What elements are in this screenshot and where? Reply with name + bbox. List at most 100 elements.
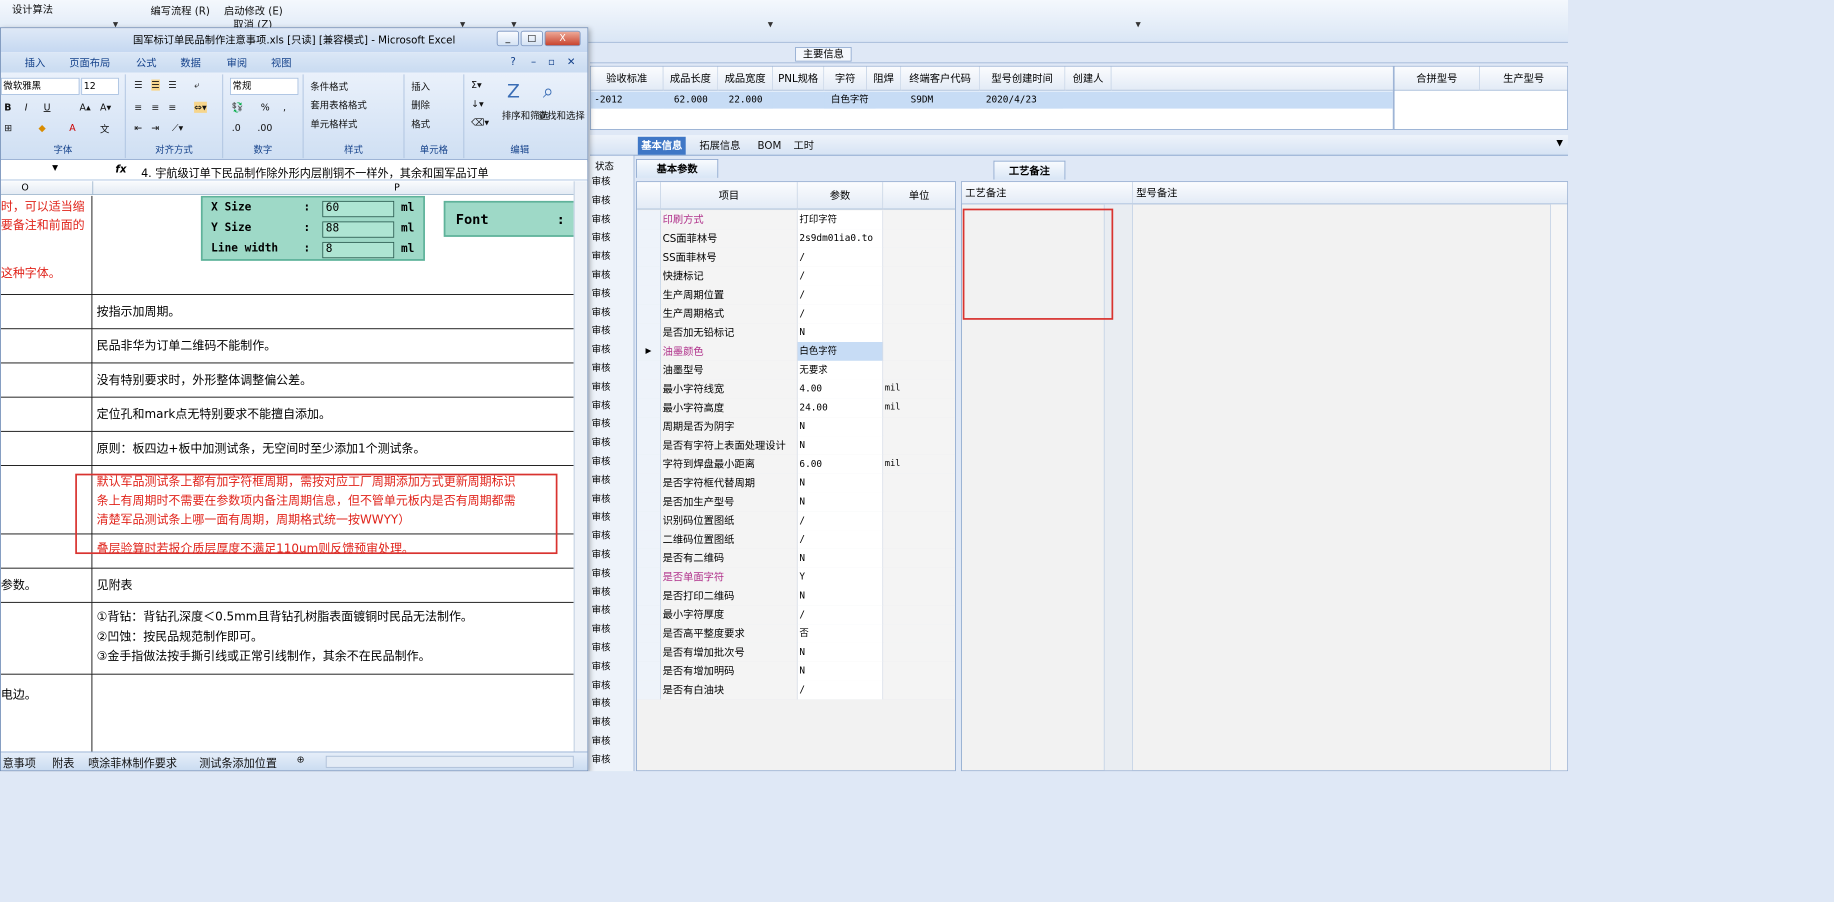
status-cell[interactable]: 审核 xyxy=(592,510,611,524)
cell[interactable]: 没有特别要求时，外形整体调整偏公差。 xyxy=(93,363,574,396)
sheet-row[interactable]: 按指示加周期。 xyxy=(0,294,574,330)
tab-review[interactable]: 审阅 xyxy=(227,56,248,71)
align-center-icon[interactable]: ≡ xyxy=(151,102,159,113)
cell[interactable] xyxy=(1,602,93,674)
sheet-tab[interactable]: 附表 xyxy=(52,754,74,771)
row-indicator[interactable] xyxy=(636,492,661,512)
tab-formulas[interactable]: 公式 xyxy=(136,56,157,71)
param-row[interactable]: 是否高平整度要求否 xyxy=(636,624,956,643)
param-row[interactable]: 最小字符厚度 / xyxy=(636,605,956,625)
fill-icon[interactable]: ↓▾ xyxy=(471,98,484,109)
param-value[interactable]: 白色字符 xyxy=(797,342,884,361)
param-row[interactable]: 最小字符线宽 4.00 mil xyxy=(636,379,956,399)
row-indicator[interactable] xyxy=(636,323,661,342)
restore-icon[interactable]: ▫ xyxy=(548,56,555,68)
param-value[interactable]: 无要求 xyxy=(797,360,884,380)
row-indicator[interactable] xyxy=(636,379,661,399)
col-header[interactable]: 验收标准 xyxy=(590,66,664,91)
new-sheet-icon[interactable]: ⊕ xyxy=(297,754,305,765)
param-row[interactable]: 是否有增加明码 N xyxy=(636,661,956,681)
col-header[interactable]: 成品长度 xyxy=(663,66,719,91)
row-indicator[interactable] xyxy=(636,360,661,380)
row-indicator[interactable] xyxy=(636,642,661,662)
currency-icon[interactable]: 💱 xyxy=(232,102,244,113)
status-cell[interactable]: 审核 xyxy=(592,473,611,487)
status-cell[interactable]: 审核 xyxy=(592,547,611,561)
cell[interactable]: 原则：板四边+板中加测试条，无空间时至少添加1个测试条。 xyxy=(93,432,574,465)
increase-decimal-icon[interactable]: .0 xyxy=(232,122,241,133)
row-indicator[interactable] xyxy=(636,229,661,248)
col-header[interactable]: 型号创建时间 xyxy=(979,66,1066,91)
dropdown-caret-icon[interactable]: ▼ xyxy=(1135,21,1140,29)
param-value[interactable]: / xyxy=(797,247,884,267)
param-row[interactable]: SS面菲林号 / xyxy=(636,247,956,267)
dropdown-caret-icon[interactable]: ▼ xyxy=(768,21,773,29)
param-value[interactable]: N xyxy=(797,548,884,568)
tab-work-hours[interactable]: 工时 xyxy=(790,137,817,155)
main-grid[interactable]: 验收标准 成品长度 成品宽度 PNL规格 字符 阻焊 终端客户代码 型号创建时间… xyxy=(589,65,1394,130)
number-format-select[interactable]: 常规 xyxy=(229,77,299,95)
sheet-row[interactable]: 电边。 xyxy=(1,674,574,752)
param-row[interactable]: 周期是否为阴字 N xyxy=(636,417,956,437)
param-row[interactable]: 印刷方式 打印字符 xyxy=(636,210,956,230)
sub-grid[interactable]: 合拼型号 生产型号 xyxy=(1393,65,1569,130)
clear-icon[interactable]: ⌫▾ xyxy=(471,117,489,128)
cell[interactable]: X Size:60 ml Y Size:88 ml Line width:8 ml F… xyxy=(93,195,574,294)
excel-window[interactable]: 国军标订单民品制作注意事项.xls [只读] [兼容模式] - Microsof… xyxy=(0,27,589,772)
decrease-decimal-icon[interactable]: .00 xyxy=(257,122,272,133)
param-row[interactable]: 是否有白油块 / xyxy=(636,680,956,700)
row-indicator[interactable] xyxy=(636,567,661,587)
param-value[interactable]: N xyxy=(797,492,884,512)
col-header[interactable]: PNL规格 xyxy=(772,66,825,91)
col-header[interactable]: 合拼型号 xyxy=(1394,66,1481,91)
col-header[interactable]: 字符 xyxy=(824,66,867,91)
binoculars-icon[interactable]: ⌕ xyxy=(543,81,554,102)
col-header[interactable]: P xyxy=(394,181,400,195)
status-cell[interactable]: 审核 xyxy=(592,584,611,598)
row-indicator[interactable]: ▶ xyxy=(636,342,661,361)
horizontal-scrollbar[interactable] xyxy=(325,755,574,768)
param-row[interactable]: 二维码位置图纸 / xyxy=(636,530,956,549)
param-row[interactable]: 是否打印二维码 N xyxy=(636,586,956,606)
tab-data[interactable]: 数据 xyxy=(180,56,201,71)
param-value[interactable]: / xyxy=(797,530,884,549)
row-indicator[interactable] xyxy=(636,586,661,606)
col-header-process-remark[interactable]: 工艺备注 xyxy=(961,182,1133,205)
status-cell[interactable]: 审核 xyxy=(592,342,611,356)
tab-basic-params[interactable]: 基本参数 xyxy=(636,159,719,178)
cell[interactable]: 参数。 xyxy=(1,568,93,602)
param-row[interactable]: 最小字符高度 24.00 mil xyxy=(636,398,956,418)
bold-icon[interactable]: B xyxy=(4,102,11,113)
insert-cells-button[interactable]: 插入 xyxy=(411,80,430,94)
status-cell[interactable]: 审核 xyxy=(592,193,611,207)
row-indicator[interactable] xyxy=(636,436,661,455)
status-cell[interactable]: 审核 xyxy=(592,622,611,636)
status-cell[interactable]: 审核 xyxy=(592,379,611,393)
cell[interactable] xyxy=(1,329,93,363)
status-cell[interactable]: 审核 xyxy=(592,603,611,617)
param-value[interactable]: N xyxy=(797,436,884,455)
param-value[interactable]: N xyxy=(797,473,884,493)
param-row[interactable]: 是否有字符上表面处理设计 N xyxy=(636,436,956,455)
col-header[interactable]: O xyxy=(21,181,28,195)
col-header[interactable]: 成品宽度 xyxy=(718,66,773,91)
param-value[interactable]: / xyxy=(797,605,884,625)
name-box-caret-icon[interactable]: ▼ xyxy=(52,164,58,173)
scrollbar[interactable] xyxy=(1550,204,1568,771)
align-right-icon[interactable]: ≡ xyxy=(168,102,176,113)
cell[interactable]: 定位孔和mark点无特别要求不能擅自添加。 xyxy=(93,398,574,431)
fill-color-icon[interactable]: ◆ xyxy=(38,122,45,133)
param-row[interactable]: 是否加生产型号 N xyxy=(636,492,956,512)
tab-view[interactable]: 视图 xyxy=(271,56,292,71)
italic-icon[interactable]: I xyxy=(25,102,28,113)
minimize-icon[interactable]: – xyxy=(531,56,536,68)
sheet-tab[interactable]: 意事项 xyxy=(3,754,36,771)
merge-center-icon[interactable]: ⇔▾ xyxy=(194,101,207,113)
sheet-row[interactable]: 民品非华为订单二维码不能制作。 xyxy=(0,329,574,364)
sheet-row[interactable]: 参数。 见附表 xyxy=(0,568,574,603)
row-indicator[interactable] xyxy=(636,266,661,286)
cell[interactable] xyxy=(1,294,93,329)
font-color-icon[interactable]: A xyxy=(69,122,75,133)
col-header-item[interactable]: 项目 xyxy=(660,182,798,210)
row-indicator[interactable] xyxy=(636,473,661,493)
